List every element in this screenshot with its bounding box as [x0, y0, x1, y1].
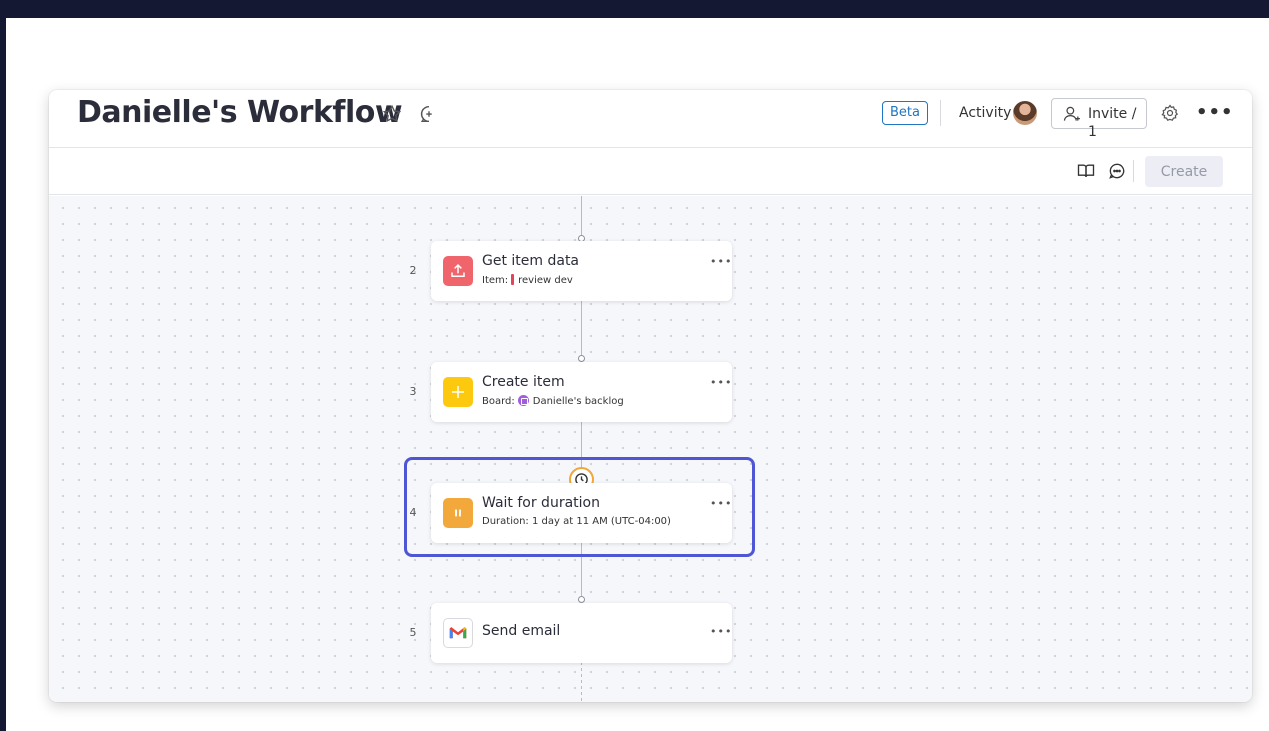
step-more-icon[interactable]: •••: [710, 497, 732, 510]
plus-icon: [443, 377, 473, 407]
step-subtitle: Item: review dev: [482, 274, 573, 286]
toolbar-divider: [1133, 160, 1134, 182]
gear-icon[interactable]: [1160, 103, 1180, 123]
workflow-canvas[interactable]: 2 Get item data Item: review dev ••• 3 Cr…: [49, 196, 1252, 702]
connector-line-dashed: [581, 662, 582, 702]
invite-label: Invite / 1: [1088, 106, 1137, 140]
beta-badge: Beta: [882, 101, 928, 125]
step-sub-label: Duration:: [482, 516, 529, 527]
step-card-get-item-data[interactable]: Get item data Item: review dev •••: [431, 241, 732, 301]
step-sub-label: Item:: [482, 275, 509, 286]
step-card-create-item[interactable]: Create item Board: Danielle's backlog •••: [431, 362, 732, 422]
board-icon: [517, 395, 529, 406]
page-title: Danielle's Workflow: [77, 95, 403, 130]
add-update-icon[interactable]: [418, 103, 440, 125]
toolbar: Create: [49, 148, 1252, 195]
step-sub-label: Board:: [482, 396, 515, 407]
header-divider: [940, 100, 941, 126]
step-number: 2: [409, 264, 417, 277]
invite-button[interactable]: Invite / 1: [1051, 98, 1147, 140]
chat-icon[interactable]: [1107, 161, 1127, 181]
connector-line: [581, 196, 582, 236]
stage: Danielle's Workflow Beta Activity Invite…: [6, 18, 1269, 731]
connector-dot: [578, 596, 585, 603]
more-options-icon[interactable]: •••: [1196, 102, 1234, 123]
step-title: Send email: [482, 623, 561, 639]
create-button[interactable]: Create: [1145, 156, 1223, 187]
step-card-send-email[interactable]: Send email •••: [431, 603, 732, 663]
star-icon[interactable]: [381, 103, 403, 125]
status-color-bar: [511, 274, 515, 285]
book-icon[interactable]: [1076, 161, 1096, 181]
step-sub-value: Danielle's backlog: [532, 396, 624, 407]
step-sub-value: review dev: [518, 275, 573, 286]
step-subtitle: Board: Danielle's backlog: [482, 395, 624, 407]
step-more-icon[interactable]: •••: [710, 376, 732, 389]
step-sub-value: 1 day at 11 AM (UTC-04:00): [532, 516, 671, 527]
connector-dot: [578, 355, 585, 362]
step-more-icon[interactable]: •••: [710, 625, 732, 638]
step-more-icon[interactable]: •••: [710, 255, 732, 268]
step-number: 4: [409, 506, 417, 519]
activity-button[interactable]: Activity: [959, 103, 1011, 123]
connector-line: [581, 300, 582, 356]
step-card-wait-for-duration[interactable]: Wait for duration Duration: 1 day at 11 …: [431, 483, 732, 543]
step-title: Wait for duration: [482, 495, 600, 511]
step-title: Create item: [482, 374, 565, 390]
gmail-icon: [443, 618, 473, 648]
title-bar: Danielle's Workflow Beta Activity Invite…: [49, 90, 1252, 148]
workflow-window: Danielle's Workflow Beta Activity Invite…: [49, 90, 1252, 702]
step-title: Get item data: [482, 253, 580, 269]
pause-icon: [443, 498, 473, 528]
step-subtitle: Duration: 1 day at 11 AM (UTC-04:00): [482, 516, 671, 527]
step-number: 3: [409, 385, 417, 398]
step-number: 5: [409, 626, 417, 639]
add-person-icon: [1063, 106, 1080, 121]
avatar[interactable]: [1013, 101, 1037, 125]
upload-icon: [443, 256, 473, 286]
